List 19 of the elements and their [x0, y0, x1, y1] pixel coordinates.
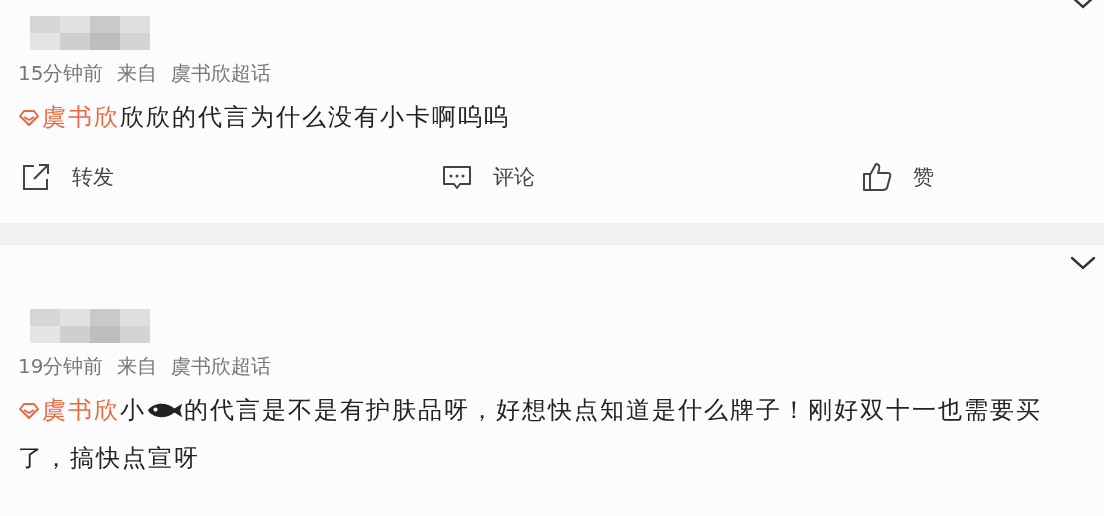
source-link[interactable]: 虞书欣超话	[171, 60, 272, 87]
source-link[interactable]: 虞书欣超话	[171, 353, 272, 380]
source-label: 来自	[117, 60, 158, 87]
share-button[interactable]: 转发	[20, 161, 114, 193]
diamond-icon	[18, 109, 40, 127]
share-icon	[20, 161, 52, 193]
diamond-icon	[18, 402, 40, 420]
post-time: 15分钟前	[18, 60, 104, 87]
chevron-down-icon[interactable]	[1070, 255, 1096, 271]
like-button[interactable]: 赞	[861, 161, 934, 193]
fish-icon	[146, 401, 184, 420]
comment-button[interactable]: 评论	[440, 161, 535, 193]
topic-link[interactable]: 虞书欣	[18, 396, 120, 424]
post-time: 19分钟前	[18, 353, 104, 380]
source-label: 来自	[117, 353, 158, 380]
post-body: 虞书欣欣欣的代言为什么没有小卡啊呜呜	[18, 93, 1084, 141]
topic-link[interactable]: 虞书欣	[18, 103, 120, 131]
thumbs-up-icon	[861, 161, 893, 193]
post-body: 虞书欣小 的代言是不是有护肤品呀，好想快点知道是什么牌子！刚好双十一也需要买了，搞快点宣呀	[18, 395, 1043, 474]
